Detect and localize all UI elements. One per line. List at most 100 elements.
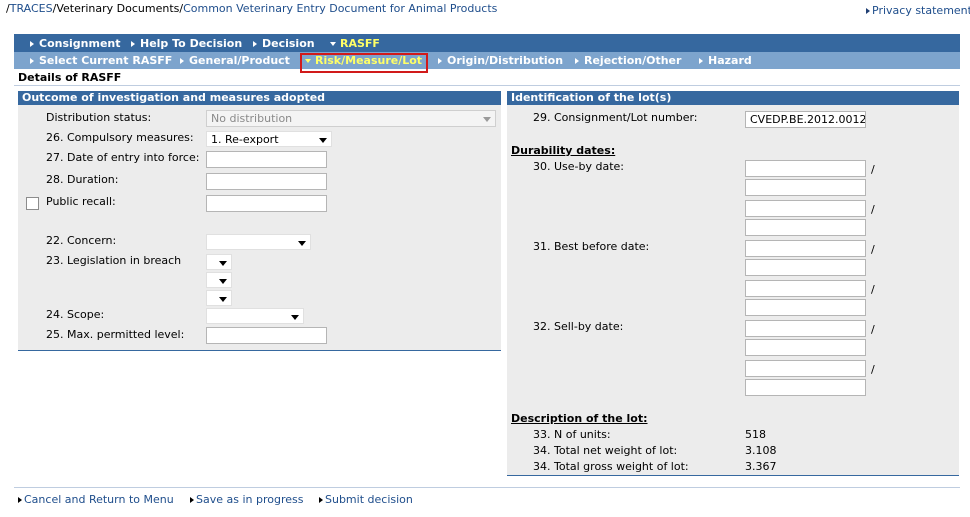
arrow-right-icon — [18, 497, 22, 503]
duration-input[interactable] — [206, 173, 327, 190]
breadcrumb: /TRACES/Veterinary Documents/Common Vete… — [6, 2, 497, 15]
outcome-panel: Outcome of investigation and measures ad… — [18, 91, 501, 351]
arrow-right-icon — [30, 58, 34, 64]
concern-select[interactable] — [206, 234, 311, 250]
compulsory-measures-select[interactable]: 1. Re-export — [206, 131, 332, 147]
chevron-down-icon — [219, 297, 227, 302]
best-before-time-1[interactable] — [745, 259, 866, 276]
units-value: 518 — [745, 428, 766, 441]
chevron-down-icon — [319, 138, 327, 143]
legislation-select-2[interactable] — [206, 272, 232, 288]
chevron-down-icon — [219, 261, 227, 266]
date-separator: / — [871, 203, 875, 216]
max-level-label: 25. Max. permitted level: — [46, 328, 185, 341]
section-title: Details of RASFF — [18, 71, 122, 84]
chevron-down-icon — [483, 117, 491, 122]
arrow-right-icon — [866, 8, 870, 14]
subtab-label: General/Product — [189, 54, 290, 67]
outcome-panel-title: Outcome of investigation and measures ad… — [18, 91, 501, 105]
subtab-label: Select Current RASFF — [39, 54, 173, 67]
use-by-date-2[interactable] — [745, 200, 866, 217]
lot-number-input[interactable]: CVEDP.BE.2012.0012 — [745, 111, 866, 128]
use-by-time-1[interactable] — [745, 179, 866, 196]
arrow-right-icon — [699, 58, 703, 64]
date-separator: / — [871, 163, 875, 176]
public-recall-input[interactable] — [206, 195, 327, 212]
legislation-select-1[interactable] — [206, 254, 232, 270]
tab-decision[interactable]: Decision — [253, 37, 315, 50]
subtab-label: Rejection/Other — [584, 54, 682, 67]
public-recall-label: Public recall: — [46, 195, 116, 208]
date-separator: / — [871, 323, 875, 336]
tab-rasff[interactable]: RASFF — [330, 37, 380, 50]
scope-label: 24. Scope: — [46, 308, 105, 321]
arrow-right-icon — [131, 41, 135, 47]
subtab-label: Hazard — [708, 54, 752, 67]
entry-date-label: 27. Date of entry into force: — [46, 151, 200, 164]
cancel-return-link[interactable]: Cancel and Return to Menu — [18, 493, 174, 506]
arrow-right-icon — [319, 497, 323, 503]
divider — [14, 85, 960, 86]
sell-by-date-1[interactable] — [745, 320, 866, 337]
gross-weight-label: 34. Total gross weight of lot: — [533, 460, 689, 473]
arrow-right-icon — [438, 58, 442, 64]
subtab-select-current-rasff[interactable]: Select Current RASFF — [30, 54, 172, 67]
privacy-statement-label: Privacy statement — [872, 4, 970, 17]
subtab-label: Origin/Distribution — [447, 54, 564, 67]
arrow-right-icon — [30, 41, 34, 47]
tab-help-to-decision[interactable]: Help To Decision — [131, 37, 242, 50]
sell-by-time-1[interactable] — [745, 339, 866, 356]
public-recall-checkbox[interactable] — [26, 197, 39, 210]
entry-date-input[interactable] — [206, 151, 327, 168]
save-in-progress-link[interactable]: Save as in progress — [190, 493, 303, 506]
footer-divider — [14, 487, 960, 488]
best-before-date-1[interactable] — [745, 240, 866, 257]
arrow-right-icon — [190, 497, 194, 503]
units-label: 33. N of units: — [533, 428, 611, 441]
max-level-input[interactable] — [206, 327, 327, 344]
tab-consignment[interactable]: Consignment — [30, 37, 121, 50]
date-separator: / — [871, 243, 875, 256]
legislation-select-3[interactable] — [206, 290, 232, 306]
submit-decision-link[interactable]: Submit decision — [319, 493, 413, 506]
date-separator: / — [871, 363, 875, 376]
concern-label: 22. Concern: — [46, 234, 117, 247]
sell-by-label: 32. Sell-by date: — [533, 320, 624, 333]
subtab-origin-distribution[interactable]: Origin/Distribution — [438, 54, 563, 67]
lot-panel-title: Identification of the lot(s) — [507, 91, 959, 105]
breadcrumb-current-link[interactable]: Common Veterinary Entry Document for Ani… — [183, 2, 497, 15]
date-separator: / — [871, 283, 875, 296]
net-weight-value: 3.108 — [745, 444, 777, 457]
best-before-label: 31. Best before date: — [533, 240, 650, 253]
sell-by-date-2[interactable] — [745, 360, 866, 377]
arrow-down-icon — [330, 42, 336, 46]
footer-link-label: Submit decision — [325, 493, 413, 506]
breadcrumb-traces-link[interactable]: TRACES — [10, 2, 53, 15]
distribution-status-select[interactable]: No distribution — [206, 110, 496, 127]
use-by-date-1[interactable] — [745, 160, 866, 177]
best-before-date-2[interactable] — [745, 280, 866, 297]
lot-identification-panel: Identification of the lot(s) 29. Consign… — [507, 91, 959, 476]
active-subtab-highlight — [300, 53, 428, 73]
subtab-hazard[interactable]: Hazard — [699, 54, 752, 67]
main-tab-bar: Consignment Help To Decision Decision RA… — [14, 34, 960, 52]
scope-select[interactable] — [206, 308, 304, 324]
description-heading: Description of the lot: — [511, 412, 648, 425]
tab-label: RASFF — [340, 37, 380, 50]
duration-label: 28. Duration: — [46, 173, 119, 186]
privacy-statement-link[interactable]: Privacy statement — [866, 4, 970, 17]
distribution-status-label: Distribution status: — [46, 111, 152, 124]
tab-label: Help To Decision — [140, 37, 243, 50]
use-by-time-2[interactable] — [745, 219, 866, 236]
sell-by-time-2[interactable] — [745, 379, 866, 396]
best-before-time-2[interactable] — [745, 299, 866, 316]
footer-link-label: Cancel and Return to Menu — [24, 493, 174, 506]
subtab-general-product[interactable]: General/Product — [180, 54, 290, 67]
breadcrumb-vet-docs: Veterinary Documents — [56, 2, 180, 15]
legislation-label: 23. Legislation in breach — [46, 254, 182, 267]
compulsory-measures-value: 1. Re-export — [211, 133, 279, 146]
compulsory-measures-label: 26. Compulsory measures: — [46, 131, 194, 144]
subtab-rejection-other[interactable]: Rejection/Other — [575, 54, 681, 67]
distribution-status-value: No distribution — [211, 112, 293, 125]
use-by-label: 30. Use-by date: — [533, 160, 625, 173]
